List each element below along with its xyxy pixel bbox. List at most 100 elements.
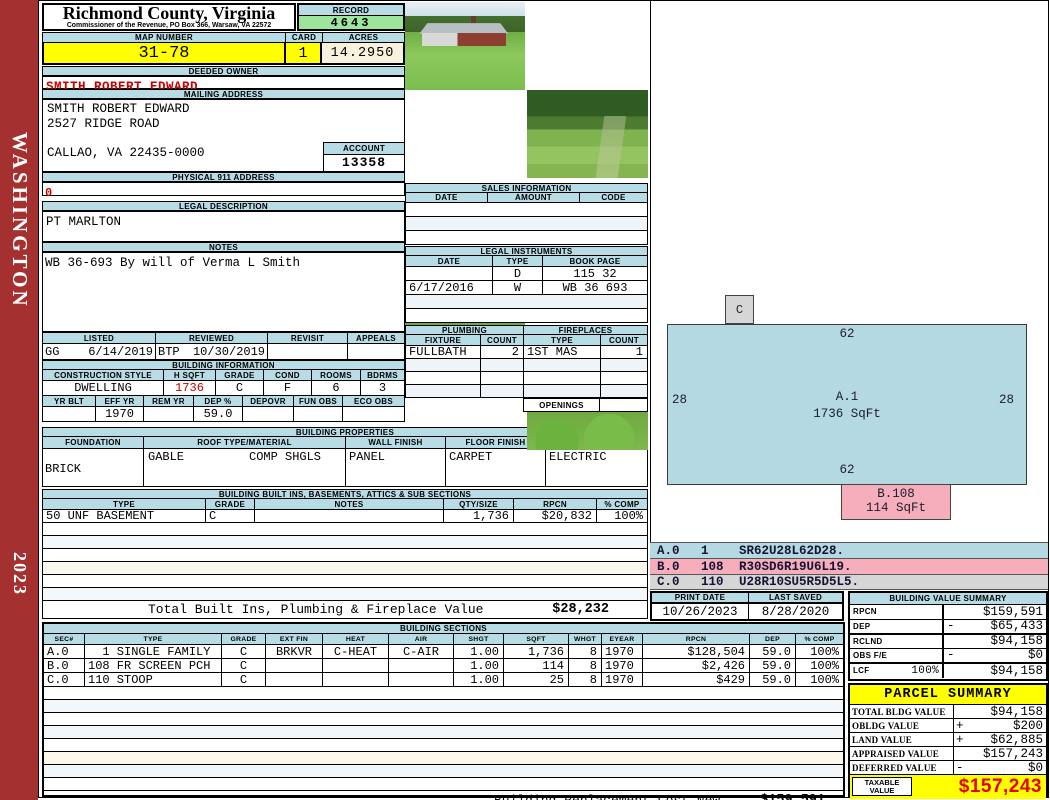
ps-row-obldg: OBLDG VALUE + $200 xyxy=(850,719,1046,733)
li-date-value: 6/17/2016 xyxy=(406,281,493,294)
building-info-header-1: CONSTRUCTION STYLE H SQFT GRADE COND ROO… xyxy=(42,370,405,381)
bvs-value: $65,433 xyxy=(990,619,1043,634)
mailing-line-2: 2527 RIDGE ROAD xyxy=(47,117,160,131)
deeded-owner-header: DEEDED OWNER xyxy=(42,66,405,76)
foundation-text: BRICK xyxy=(45,462,82,476)
rooms-label: ROOMS xyxy=(312,370,361,380)
grade-value: C xyxy=(216,381,264,395)
bs-rpcn: $128,504 xyxy=(643,645,750,658)
plumbing-fireplaces-header: FIXTURE COUNT TYPE COUNT xyxy=(405,335,648,346)
fixture-label: FIXTURE xyxy=(406,335,481,345)
bvs-row-obs: OBS F/E - $0 xyxy=(850,648,1046,663)
property-record-card: WASHINGTON 2023 Richmond County, Virgini… xyxy=(0,0,1050,800)
ps-label: OBLDG VALUE xyxy=(850,719,954,732)
mailing-address-box: SMITH ROBERT EDWARD 2527 RIDGE ROAD CALL… xyxy=(42,99,405,172)
effyr-label: EFF YR xyxy=(96,396,144,406)
print-info-header: PRINT DATE LAST SAVED xyxy=(650,591,844,604)
acres-label: ACRES xyxy=(323,33,404,42)
legal-instruments-label: LEGAL INSTRUMENTS xyxy=(406,247,647,255)
remyr-value xyxy=(144,407,194,421)
bvs-label: RCLND xyxy=(853,636,883,646)
bi-comp-label: % COMP xyxy=(597,499,647,509)
sketch-dim-bottom: 62 xyxy=(839,463,855,477)
bs-grade: C xyxy=(222,659,266,672)
li-bookpage-value: 115 32 xyxy=(573,267,617,280)
legal-description-value: PT MARLTON xyxy=(46,215,122,229)
bs-rpcn: $429 xyxy=(643,673,750,686)
map-card-acres-values: 31-78 1 14.2950 xyxy=(42,43,405,65)
bs-dep: 59.0 xyxy=(750,659,796,672)
fireplace-count-label: COUNT xyxy=(601,335,647,345)
property-photo-garden[interactable] xyxy=(527,90,648,178)
openings-value xyxy=(600,398,648,412)
building-info-header-2: YR BLT EFF YR REM YR DEP % DEPOVR FUN OB… xyxy=(42,396,405,407)
depovr-value xyxy=(243,407,294,421)
sketch-legend-row-b: B.0 108 R30SD6R19U6L19. xyxy=(650,558,1048,574)
bs-whgt: 8 xyxy=(569,645,602,658)
li-type-value: W xyxy=(493,281,543,294)
legal-description-label: LEGAL DESCRIPTION xyxy=(43,202,404,210)
wall-finish-value: PANEL xyxy=(346,449,446,486)
hsqft-label: H SQFT xyxy=(164,370,216,380)
fireplace-count-value: 1 xyxy=(635,346,643,358)
record-value: 4643 xyxy=(299,16,403,30)
legend-trace: SR62U28L62D28. xyxy=(739,543,845,558)
bs-extfin xyxy=(266,673,323,686)
bs-dep: 59.0 xyxy=(750,673,796,686)
sales-code-label: CODE xyxy=(580,193,647,202)
reviewed-value: BTP 10/30/2019 xyxy=(156,344,268,359)
notes-box: WB 36-693 By will of Verma L Smith xyxy=(42,252,405,332)
sales-amount-label: AMOUNT xyxy=(488,193,580,202)
empty-row xyxy=(44,778,843,791)
bs-comp: 100% xyxy=(810,645,839,658)
effyr-value: 1970 xyxy=(96,407,144,421)
building-section-row: B.0 108 FR SCREEN PCH C 1.00 114 8 1970 … xyxy=(44,659,843,673)
account-value: 13358 xyxy=(341,155,386,170)
bvs-value: $0 xyxy=(1027,648,1043,663)
openings-label: OPENINGS xyxy=(523,398,600,412)
ecoobs-value xyxy=(343,407,404,421)
notes-header: NOTES xyxy=(42,242,405,252)
bi-notes-value xyxy=(255,510,444,522)
notes-value: WB 36-693 By will of Verma L Smith xyxy=(45,256,301,270)
reviewed-date: 10/30/2019 xyxy=(192,344,265,359)
revisit-label: REVISIT xyxy=(268,333,348,343)
bs-h-sqft: SQFT xyxy=(504,634,569,644)
sketch-section-a xyxy=(667,324,1027,485)
hsqft-value: 1736 xyxy=(164,381,216,395)
mailing-line-1: SMITH ROBERT EDWARD xyxy=(47,102,190,116)
appeals-value xyxy=(348,344,404,359)
ps-sign: - xyxy=(956,760,964,775)
legal-instrument-empty-row xyxy=(405,295,648,309)
bvs-label: RPCN xyxy=(853,607,877,617)
bs-air: C-AIR xyxy=(389,645,454,658)
wall-finish-text: PANEL xyxy=(349,450,386,464)
ps-value: $62,885 xyxy=(990,732,1043,747)
property-photo-front[interactable] xyxy=(405,2,525,90)
ps-label: APPRAISED VALUE xyxy=(850,747,954,760)
building-information-label: BUILDING INFORMATION xyxy=(43,361,404,369)
map-card-acres-header: MAP NUMBER CARD ACRES xyxy=(42,32,405,43)
li-type-label: TYPE xyxy=(493,256,543,266)
sketch-dim-top: 62 xyxy=(839,327,855,341)
bs-sec: B.0 xyxy=(44,659,85,672)
bs-whgt: 8 xyxy=(569,659,602,672)
sketch-section-b: B.108 114 SqFt xyxy=(841,484,951,520)
card-label: CARD xyxy=(286,33,323,42)
ecoobs-label: ECO OBS xyxy=(343,396,404,406)
legend-sec: B.0 xyxy=(657,559,680,574)
legend-code: 110 xyxy=(701,575,724,589)
sketch-b-sqft: 114 SqFt xyxy=(865,501,926,515)
fixture-value: FULLBATH xyxy=(406,346,481,358)
cond-value: F xyxy=(264,381,312,395)
sketch-a-sqft: 1736 SqFt xyxy=(813,407,881,421)
ps-label: DEFERRED VALUE xyxy=(850,761,954,774)
bs-h-grade: GRADE xyxy=(222,634,266,644)
ps-row-land: LAND VALUE + $62,885 xyxy=(850,733,1046,747)
deeded-owner-label: DEEDED OWNER xyxy=(43,67,404,75)
account-label: ACCOUNT xyxy=(324,143,404,155)
bs-h-comp: % COMP xyxy=(796,634,843,644)
acres-value: 14.2950 xyxy=(322,43,403,63)
building-sections-footer: Building Replacement Cost New $159,591 xyxy=(44,791,843,800)
yrblt-label: YR BLT xyxy=(43,396,96,406)
